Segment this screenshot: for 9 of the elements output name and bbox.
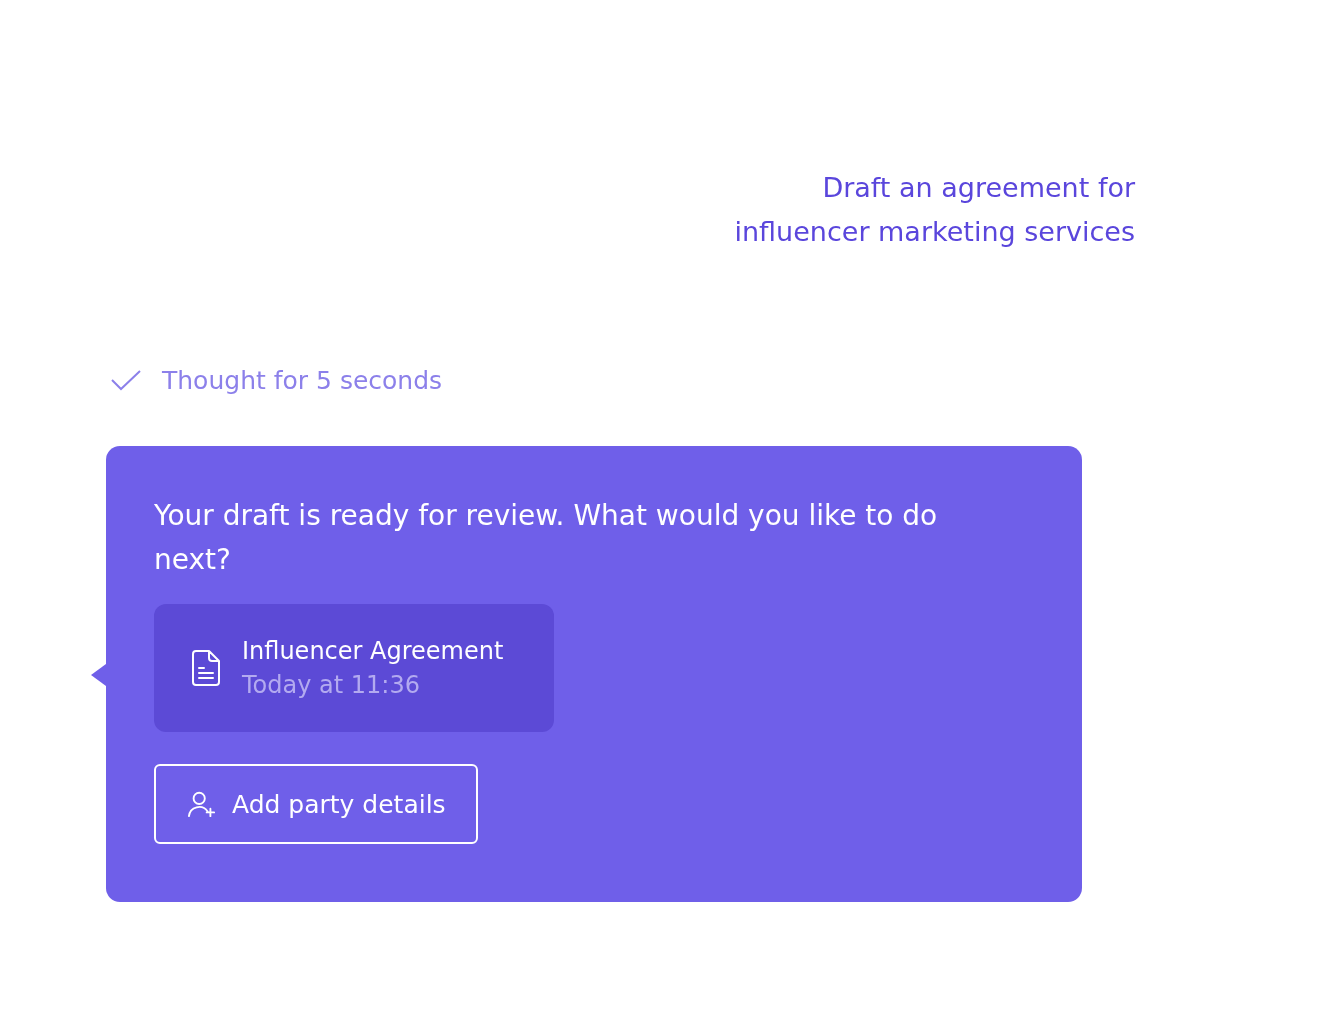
reply-text: Your draft is ready for review. What would you like to do next? bbox=[154, 498, 939, 578]
add-party-button[interactable]: Add party details bbox=[154, 764, 478, 844]
document-card[interactable]: Influencer Agreement Today at 11:36 bbox=[154, 604, 554, 732]
document-icon bbox=[190, 649, 222, 687]
add-person-icon bbox=[186, 790, 218, 818]
document-title: Influencer Agreement bbox=[242, 637, 504, 665]
user-message: Draft an agreement for influencer marketing services bbox=[734, 171, 1135, 249]
thinking-status: Thought for 5 seconds bbox=[162, 365, 443, 395]
document-time: Today at 11:36 bbox=[242, 671, 421, 699]
